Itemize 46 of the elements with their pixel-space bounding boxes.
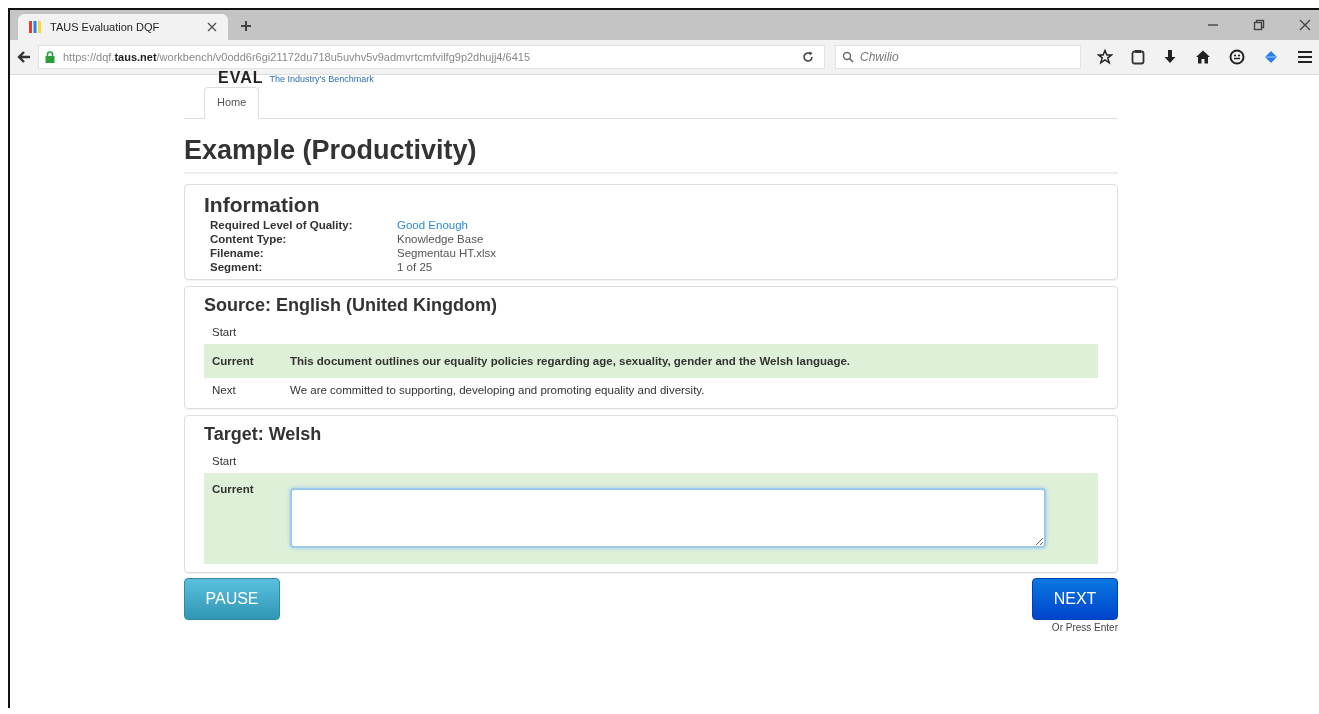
nav-tab[interactable]: Home	[204, 87, 260, 119]
browser-tab[interactable]: TAUS Evaluation DQF	[18, 14, 228, 40]
back-arrow-icon[interactable]	[16, 49, 32, 65]
field-label: Required Level of Quality:	[210, 219, 354, 231]
field-label: Content Type:	[210, 233, 288, 245]
segment-text: This document outlines our equality policies regarding age, sexuality, gender and the Welsh language.	[290, 355, 850, 367]
row-label: Next	[212, 384, 237, 396]
field-value: 1 of 25	[397, 261, 434, 273]
next-button[interactable]: NEXT	[1032, 578, 1118, 620]
reload-icon[interactable]	[802, 51, 814, 63]
panel-heading: Target: Welsh	[204, 424, 323, 445]
field-value: Knowledge Base	[397, 233, 485, 245]
translation-field[interactable]	[290, 488, 1046, 548]
star-icon[interactable]	[1097, 49, 1113, 65]
segment-text: We are committed to supporting, developing and promoting equality and diversity.	[290, 384, 705, 396]
diamond-icon[interactable]	[1263, 49, 1279, 65]
panel-heading: Information	[204, 193, 321, 217]
download-icon[interactable]	[1163, 49, 1177, 65]
padlock-icon	[45, 51, 55, 63]
field-label: Filename:	[210, 247, 265, 259]
quality-link[interactable]: Good Enough	[397, 219, 1098, 231]
close-icon[interactable]	[206, 21, 218, 33]
row-label: Start	[212, 326, 238, 338]
row-label: Current	[212, 483, 255, 495]
field-label: Segment:	[210, 261, 264, 273]
tagline: The Industry's Benchmark	[269, 73, 374, 85]
close-icon[interactable]	[1299, 19, 1311, 31]
search-icon	[842, 51, 854, 63]
url-text: https://dqf.taus.net/workbench/v0odd6r6gi21172du718u5uvhv5v9admvrtcmfvilfg9p2dhujj4/6415	[63, 51, 530, 63]
page-title: Example (Productivity)	[184, 135, 1118, 174]
field-value: Segmentau HT.xlsx	[397, 247, 498, 259]
menu-icon[interactable]	[1297, 49, 1313, 65]
tab-title: TAUS Evaluation DQF	[50, 21, 161, 33]
restore-icon[interactable]	[1253, 19, 1265, 31]
home-icon[interactable]	[1195, 49, 1211, 65]
row-label: Current	[212, 355, 255, 367]
panel-heading: Source: English (United Kingdom)	[204, 295, 498, 316]
address-bar[interactable]: https://dqf.taus.net/workbench/v0odd6r6gi21172du718u5uvhv5v9admvrtcmfvilfg9p2dhujj4/6415	[38, 45, 825, 69]
row-label: Start	[212, 455, 238, 467]
search-field[interactable]: Chwilio	[835, 45, 1081, 69]
plus-icon[interactable]	[240, 20, 252, 32]
smiley-icon[interactable]	[1229, 49, 1245, 65]
key-hint: Or Press Enter	[1051, 622, 1118, 633]
site-logo: EVAL	[218, 71, 264, 85]
clipboard-icon[interactable]	[1131, 49, 1145, 65]
favicon-icon	[28, 20, 42, 34]
